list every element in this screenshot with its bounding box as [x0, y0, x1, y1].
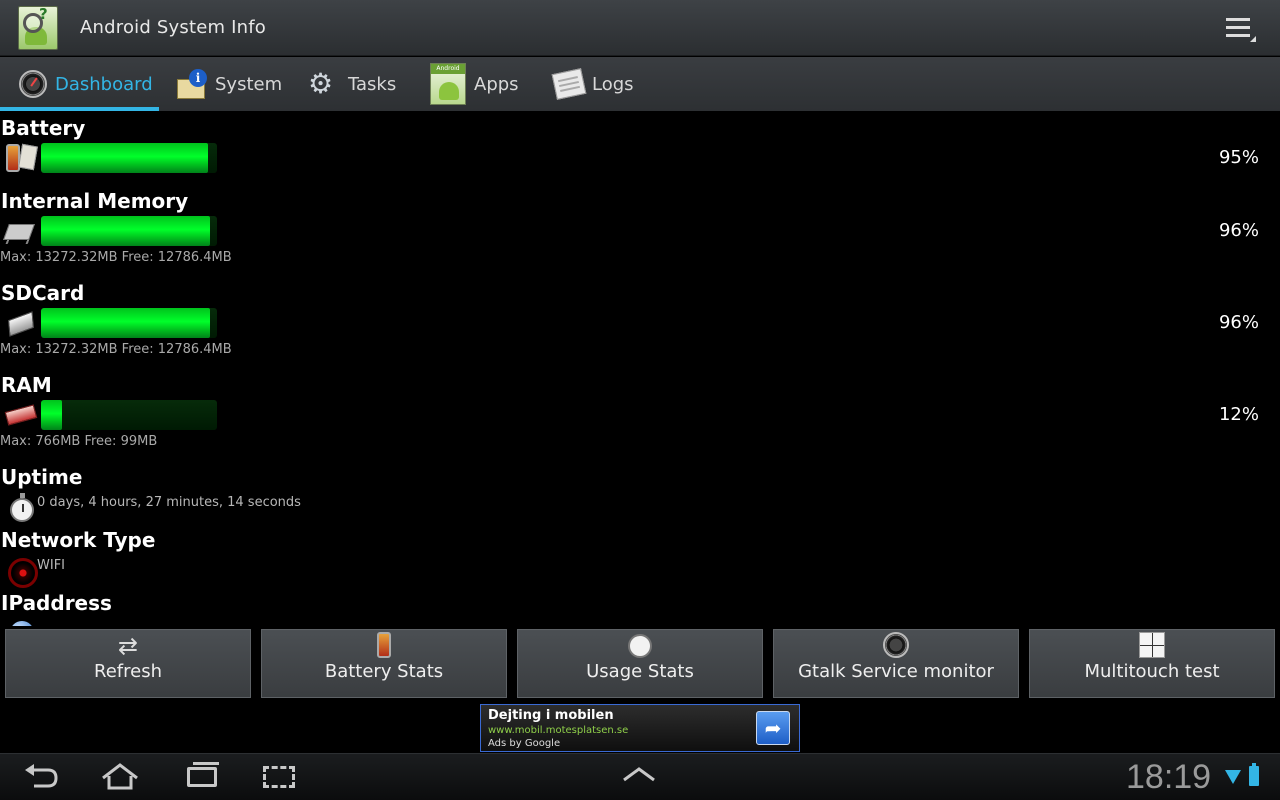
internal-memory-progress-fill [41, 216, 210, 246]
usage-stats-button[interactable]: Usage Stats [517, 629, 763, 698]
status-clock[interactable]: 18:19 [1126, 758, 1211, 797]
tab-label: Apps [474, 73, 519, 95]
globe-icon [4, 615, 36, 626]
wifi-status-icon [1225, 770, 1241, 784]
tab-label: Logs [592, 73, 634, 95]
sdcard-title: SDCard [1, 281, 85, 305]
android-apps-icon: Android [430, 63, 466, 105]
ram-icon [4, 400, 38, 432]
ram-progress-bar [41, 400, 217, 430]
sdcard-progress-fill [41, 308, 210, 338]
ad-open-arrow-icon[interactable]: ➦ [756, 711, 790, 745]
tab-label: Tasks [348, 73, 397, 95]
refresh-button[interactable]: ⇄ Refresh [5, 629, 251, 698]
wifi-signal-icon [4, 556, 38, 588]
uptime-title: Uptime [1, 465, 83, 489]
internal-memory-progress-bar [41, 216, 217, 246]
gauge-icon [19, 70, 47, 98]
ip-address-title: IPaddress [1, 591, 112, 615]
ad-banner[interactable]: Dejting i mobilen www.mobil.motesplatsen… [480, 704, 800, 752]
tab-label: System [215, 73, 283, 95]
graph-icon [1139, 632, 1165, 658]
ad-url: www.mobil.motesplatsen.se [488, 725, 629, 736]
multitouch-test-button-label: Multitouch test [1084, 661, 1220, 682]
battery-progress-bar [41, 143, 217, 173]
gauge-icon [883, 632, 909, 658]
refresh-button-label: Refresh [94, 661, 162, 682]
action-bar: ? Android System Info [0, 0, 1280, 56]
tab-tasks[interactable]: ⚙ Tasks [308, 57, 408, 111]
battery-percent: 95% [1218, 147, 1259, 168]
battery-stats-button[interactable]: Battery Stats [261, 629, 507, 698]
ad-title: Dejting i mobilen [488, 708, 614, 723]
network-type-value: WIFI [37, 558, 65, 573]
tab-label: Dashboard [55, 73, 153, 95]
chip-icon [3, 216, 36, 248]
dashboard-content[interactable]: Battery 95% Internal Memory 96% Max: 132… [0, 112, 1280, 626]
tab-system[interactable]: i System [177, 57, 287, 111]
refresh-icon: ⇄ [117, 632, 139, 660]
gtalk-service-monitor-button[interactable]: Gtalk Service monitor [773, 629, 1019, 698]
overflow-menu-icon[interactable] [1226, 18, 1256, 42]
battery-icon [377, 632, 391, 658]
stopwatch-icon [628, 634, 652, 658]
stopwatch-icon [4, 492, 36, 524]
ad-attribution: Ads by Google [488, 738, 561, 749]
battery-stats-button-label: Battery Stats [324, 661, 444, 682]
battery-status-icon [1249, 763, 1259, 786]
ram-title: RAM [1, 373, 52, 397]
sdcard-detail: Max: 13272.32MB Free: 12786.4MB [0, 342, 232, 357]
network-type-title: Network Type [1, 528, 156, 552]
back-icon[interactable] [22, 762, 60, 790]
internal-memory-detail: Max: 13272.32MB Free: 12786.4MB [0, 250, 232, 265]
sdcard-progress-bar [41, 308, 217, 338]
uptime-value: 0 days, 4 hours, 27 minutes, 14 seconds [37, 495, 301, 510]
battery-title: Battery [1, 116, 86, 140]
ram-detail: Max: 766MB Free: 99MB [0, 434, 158, 449]
sdcard-icon [4, 308, 36, 340]
tab-bar: Dashboard i System ⚙ Tasks Android Apps … [0, 57, 1280, 111]
screenshot-icon[interactable] [263, 766, 295, 788]
internal-memory-title: Internal Memory [1, 189, 189, 213]
chevron-up-icon[interactable] [622, 766, 656, 782]
action-button-row: ⇄ Refresh Battery Stats Usage Stats Gtal… [0, 628, 1280, 700]
home-icon[interactable] [101, 762, 139, 790]
logs-icon [551, 68, 587, 100]
ram-progress-fill [41, 400, 63, 430]
internal-memory-percent: 96% [1218, 220, 1259, 241]
battery-icon [4, 142, 38, 174]
usage-stats-button-label: Usage Stats [586, 661, 694, 682]
gtalk-service-monitor-button-label: Gtalk Service monitor [798, 661, 994, 682]
app-title: Android System Info [80, 17, 267, 38]
recent-apps-icon[interactable] [187, 762, 219, 787]
app-logo-icon[interactable]: ? [18, 5, 58, 50]
tab-dashboard[interactable]: Dashboard [0, 57, 159, 111]
tab-logs[interactable]: Logs [551, 57, 644, 111]
info-icon: i [177, 69, 207, 99]
multitouch-test-button[interactable]: Multitouch test [1029, 629, 1275, 698]
battery-progress-fill [41, 143, 209, 173]
sdcard-percent: 96% [1218, 312, 1259, 333]
ram-percent: 12% [1218, 404, 1259, 425]
gears-icon: ⚙ [308, 67, 334, 100]
tab-apps[interactable]: Android Apps [430, 57, 530, 111]
